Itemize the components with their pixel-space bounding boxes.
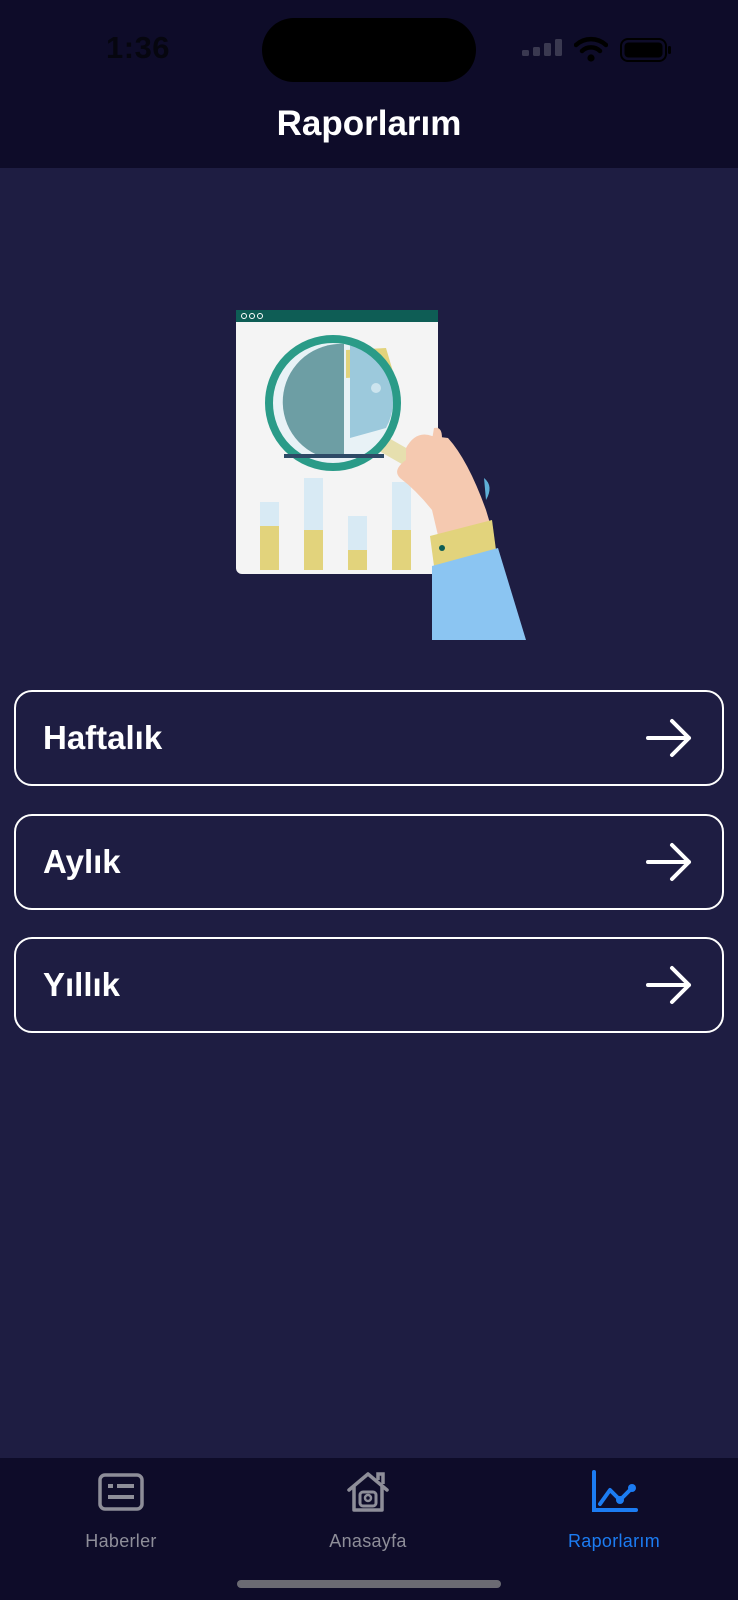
tab-raporlarim[interactable]: Raporlarım (534, 1458, 694, 1558)
menu-item-label: Aylık (43, 843, 121, 880)
home-icon (347, 1472, 389, 1512)
news-icon (98, 1473, 144, 1511)
tab-haberler[interactable]: Haberler (41, 1458, 201, 1558)
menu-item-haftalik[interactable]: Haftalık (14, 690, 724, 786)
menu-item-yillik[interactable]: Yıllık (14, 937, 724, 1033)
wifi-icon (574, 36, 608, 62)
arrow-right-icon (646, 843, 691, 881)
status-time: 1:36 (106, 30, 171, 65)
report-magnifier-illustration (236, 310, 526, 640)
page-title: Raporlarım (276, 104, 462, 143)
chart-icon (592, 1470, 638, 1512)
arrow-right-icon (646, 719, 691, 757)
battery-icon (620, 38, 671, 62)
home-indicator (237, 1580, 501, 1588)
top-bar: 1:36 Raporlarım (0, 0, 738, 168)
tab-label: Raporlarım (567, 1531, 661, 1551)
menu-item-label: Haftalık (43, 719, 163, 756)
menu-item-label: Yıllık (43, 966, 121, 1003)
tab-label: Haberler (85, 1531, 157, 1551)
menu-item-aylik[interactable]: Aylık (14, 814, 724, 910)
arrow-right-icon (646, 966, 691, 1004)
tab-anasayfa[interactable]: Anasayfa (288, 1458, 448, 1558)
signal-icon (522, 39, 562, 56)
tab-label: Anasayfa (329, 1531, 407, 1551)
dynamic-island (262, 18, 476, 82)
tab-bar: Haberler Anasayfa Raporlarım (0, 1458, 738, 1600)
